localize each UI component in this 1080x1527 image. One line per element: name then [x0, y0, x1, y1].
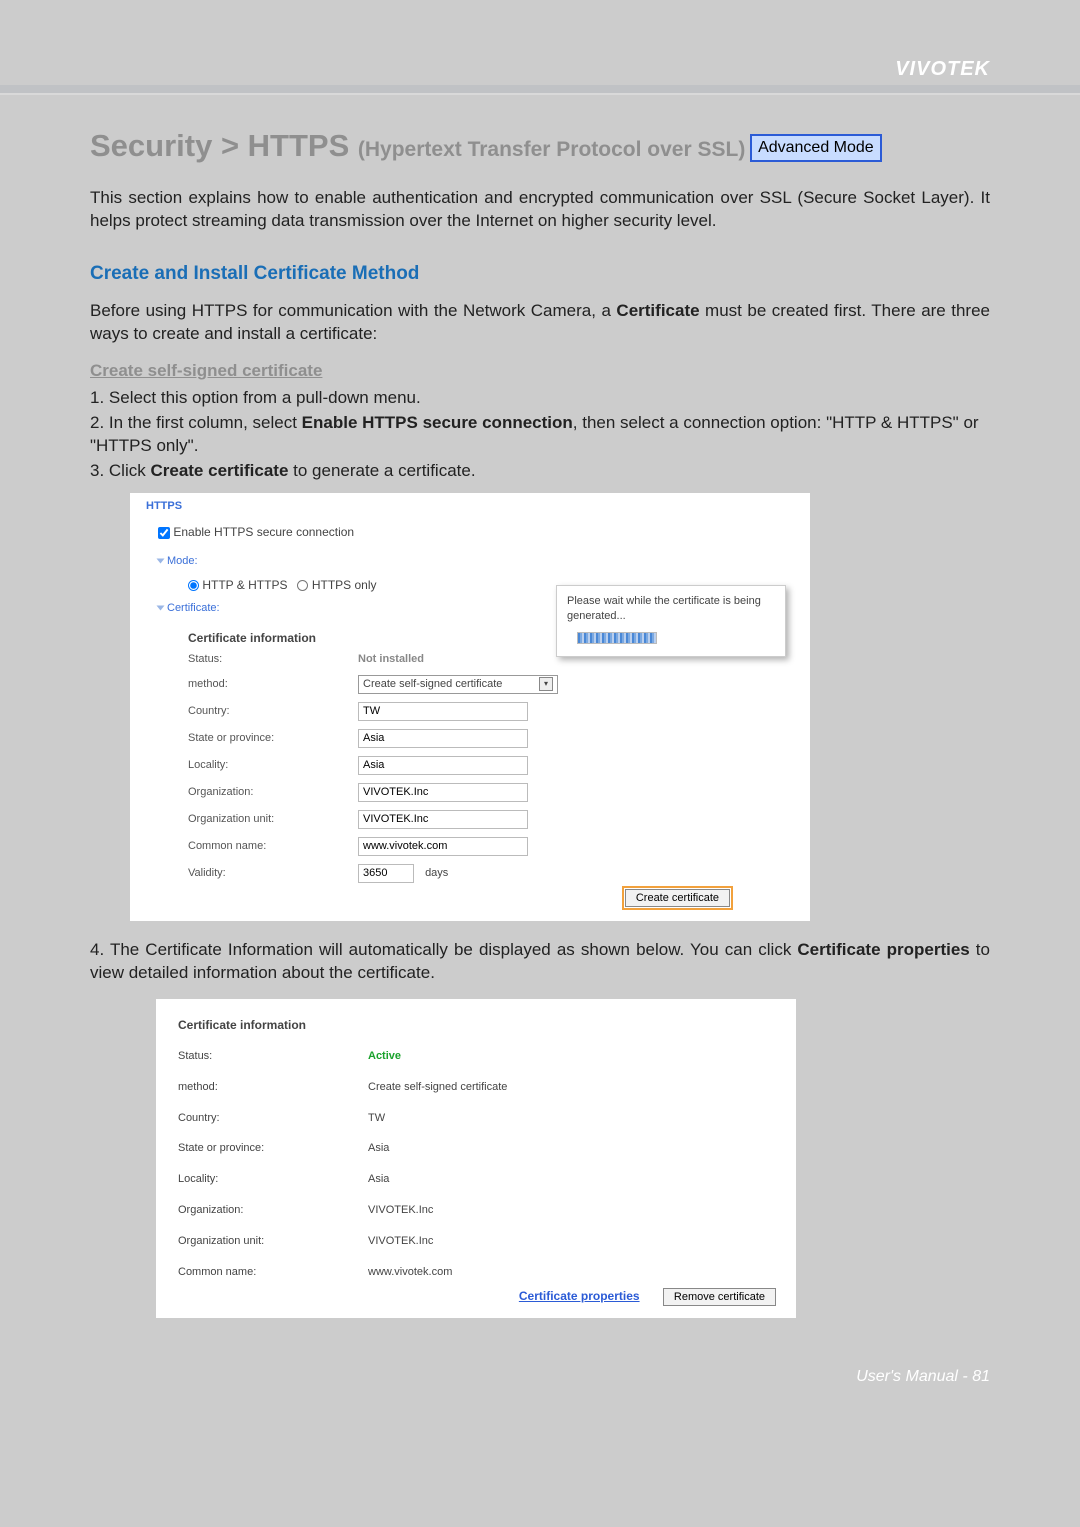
mode-radio-https-only[interactable]	[297, 580, 308, 591]
section-heading: Create and Install Certificate Method	[90, 261, 990, 287]
mode-badge: Advanced Mode	[750, 134, 882, 162]
method-select[interactable]: Create self-signed certificate ▾	[358, 675, 558, 694]
certificate-label: Certificate:	[167, 602, 220, 614]
country-label-2: Country:	[178, 1111, 368, 1126]
step-4: 4. The Certificate Information will auto…	[90, 939, 990, 985]
fieldset-label: HTTPS	[130, 493, 810, 514]
mode-radio-http-https[interactable]	[188, 580, 199, 591]
divider	[0, 85, 1080, 95]
enable-https-checkbox[interactable]	[158, 527, 170, 539]
locality-label: Locality:	[188, 758, 358, 773]
status-label: Status:	[188, 652, 358, 667]
screenshot-cert-info: Certificate information Status: Active m…	[156, 999, 796, 1318]
validity-input[interactable]	[358, 864, 414, 883]
create-certificate-button[interactable]: Create certificate	[625, 889, 730, 907]
orgunit-input[interactable]	[358, 810, 528, 829]
org-label: Organization:	[188, 785, 358, 800]
common-label: Common name:	[188, 839, 358, 854]
remove-certificate-button[interactable]: Remove certificate	[663, 1288, 776, 1306]
chevron-down-icon	[157, 606, 165, 611]
country-value-2: TW	[368, 1111, 776, 1126]
method-value-2: Create self-signed certificate	[368, 1080, 776, 1095]
state-input[interactable]	[358, 729, 528, 748]
screenshot-https-form: HTTPS Enable HTTPS secure connection Mod…	[130, 493, 810, 921]
progress-popup: Please wait while the certificate is bei…	[556, 585, 786, 657]
title-sub: (Hypertext Transfer Protocol over SSL)	[358, 138, 745, 161]
locality-input[interactable]	[358, 756, 528, 775]
common-value-2: www.vivotek.com	[368, 1265, 776, 1280]
method-label: method:	[188, 677, 358, 692]
country-input[interactable]	[358, 702, 528, 721]
status-label-2: Status:	[178, 1049, 368, 1064]
title-main: Security > HTTPS	[90, 128, 358, 163]
orgunit-label-2: Organization unit:	[178, 1234, 368, 1249]
mode-radio-label-1: HTTP & HTTPS	[202, 578, 287, 592]
page-footer: User's Manual - 81	[0, 1318, 1080, 1386]
page-title: Security > HTTPS (Hypertext Transfer Pro…	[90, 125, 990, 167]
popup-text: Please wait while the certificate is bei…	[567, 595, 761, 622]
org-value-2: VIVOTEK.Inc	[368, 1203, 776, 1218]
cert-info-heading-2: Certificate information	[176, 1007, 776, 1039]
mode-radio-label-2: HTTPS only	[312, 578, 377, 592]
org-label-2: Organization:	[178, 1203, 368, 1218]
validity-label: Validity:	[188, 866, 358, 881]
country-label: Country:	[188, 704, 358, 719]
status-value-active: Active	[368, 1049, 776, 1064]
progress-bar	[577, 632, 657, 644]
state-label-2: State or province:	[178, 1141, 368, 1156]
method-label-2: method:	[178, 1080, 368, 1095]
org-input[interactable]	[358, 783, 528, 802]
step-2: 2. In the first column, select Enable HT…	[90, 412, 990, 458]
locality-label-2: Locality:	[178, 1172, 368, 1187]
step-1: 1. Select this option from a pull-down m…	[90, 387, 990, 410]
common-label-2: Common name:	[178, 1265, 368, 1280]
state-value-2: Asia	[368, 1141, 776, 1156]
mode-label: Mode:	[167, 555, 198, 567]
orgunit-label: Organization unit:	[188, 812, 358, 827]
enable-https-label: Enable HTTPS secure connection	[173, 525, 354, 539]
cert-intro: Before using HTTPS for communication wit…	[90, 300, 990, 346]
locality-value-2: Asia	[368, 1172, 776, 1187]
dropdown-arrow-icon: ▾	[539, 677, 553, 691]
state-label: State or province:	[188, 731, 358, 746]
intro-text: This section explains how to enable auth…	[90, 187, 990, 233]
validity-unit: days	[425, 867, 448, 879]
step-3: 3. Click Create certificate to generate …	[90, 460, 990, 483]
brand-label: VIVOTEK	[0, 50, 1080, 85]
certificate-properties-link[interactable]: Certificate properties	[519, 1289, 640, 1303]
chevron-down-icon	[157, 559, 165, 564]
sub-heading: Create self-signed certificate	[90, 360, 990, 383]
orgunit-value-2: VIVOTEK.Inc	[368, 1234, 776, 1249]
common-input[interactable]	[358, 837, 528, 856]
steps-list: 1. Select this option from a pull-down m…	[90, 387, 990, 483]
